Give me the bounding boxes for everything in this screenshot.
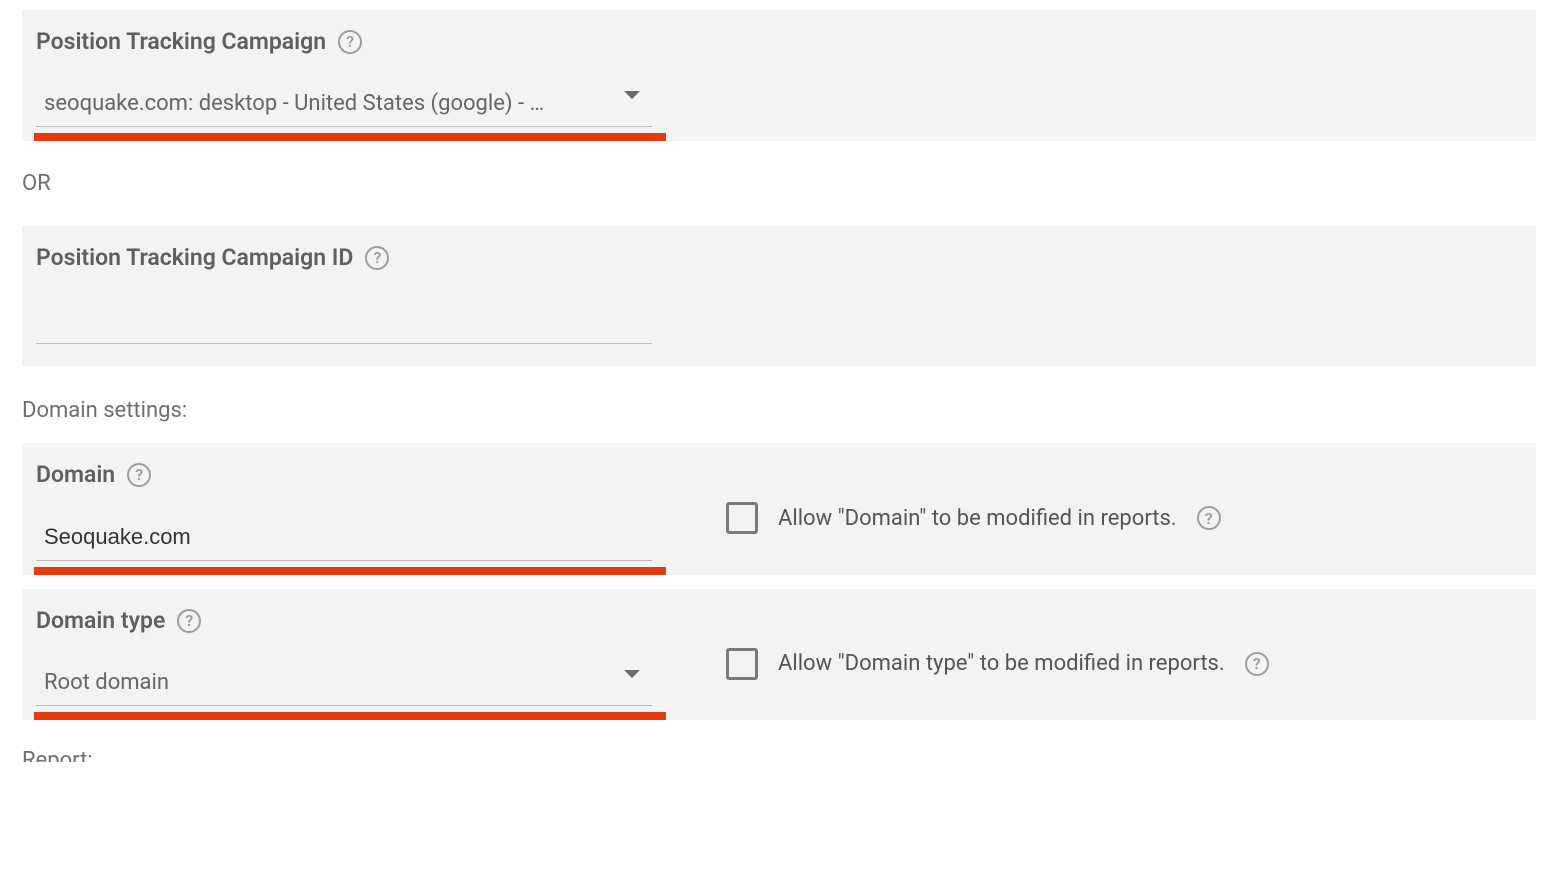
domain-label: Domain [36,461,115,488]
help-icon[interactable]: ? [1245,652,1269,676]
domain-panel: Domain ? Allow "Domain" to be modified i… [22,443,1536,575]
report-heading-cutoff: Report: [22,748,1536,762]
domain-allow-modify-label: Allow "Domain" to be modified in reports… [778,506,1177,531]
position-tracking-campaign-panel: Position Tracking Campaign ? seoquake.co… [22,10,1536,141]
position-tracking-campaign-id-panel: Position Tracking Campaign ID ? [22,226,1536,366]
position-tracking-campaign-label: Position Tracking Campaign [36,28,326,55]
help-icon[interactable]: ? [365,246,389,270]
position-tracking-campaign-select[interactable]: seoquake.com: desktop - United States (g… [36,85,652,127]
domain-allow-modify-checkbox[interactable] [726,502,758,534]
position-tracking-campaign-selected: seoquake.com: desktop - United States (g… [36,85,652,127]
help-icon[interactable]: ? [177,609,201,633]
help-icon[interactable]: ? [1197,506,1221,530]
highlight-underline [34,712,666,720]
highlight-underline [34,567,666,575]
domain-type-select[interactable]: Root domain [36,664,652,706]
domain-type-allow-modify-checkbox[interactable] [726,648,758,680]
domain-type-allow-modify-label: Allow "Domain type" to be modified in re… [778,651,1225,676]
highlight-underline [34,133,666,141]
domain-type-label: Domain type [36,607,165,634]
domain-type-panel: Domain type ? Root domain Allow "Domain … [22,589,1536,720]
domain-input[interactable] [36,518,652,561]
or-separator: OR [22,171,1536,196]
help-icon[interactable]: ? [127,463,151,487]
position-tracking-campaign-id-input[interactable] [36,301,652,344]
position-tracking-campaign-id-label: Position Tracking Campaign ID [36,244,353,271]
domain-settings-heading: Domain settings: [22,398,1536,423]
domain-type-selected: Root domain [36,664,652,706]
help-icon[interactable]: ? [338,30,362,54]
